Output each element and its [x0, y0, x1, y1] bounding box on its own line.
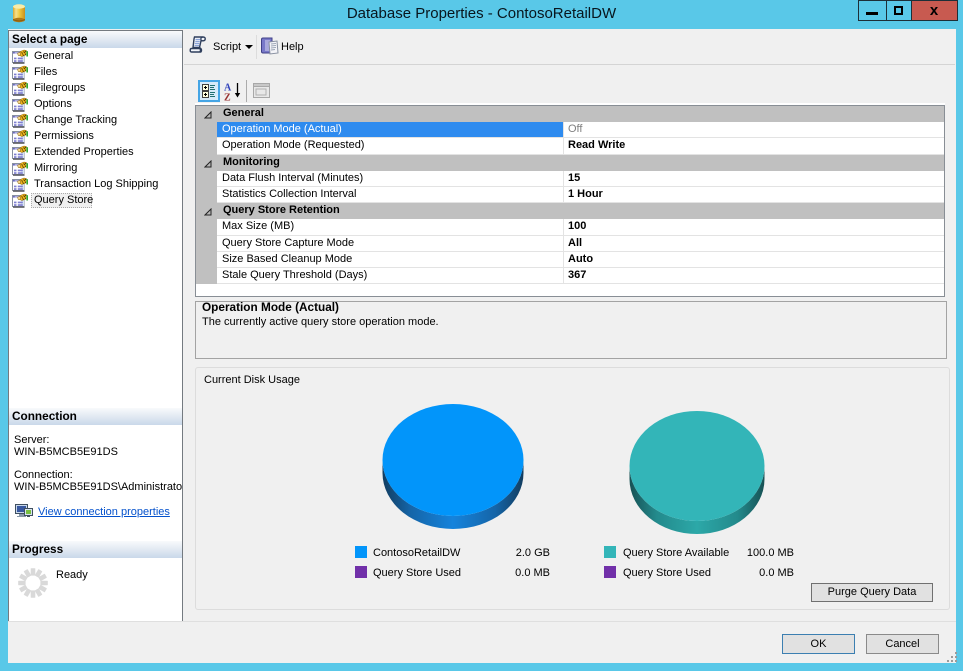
- svg-text:Z: Z: [224, 93, 231, 102]
